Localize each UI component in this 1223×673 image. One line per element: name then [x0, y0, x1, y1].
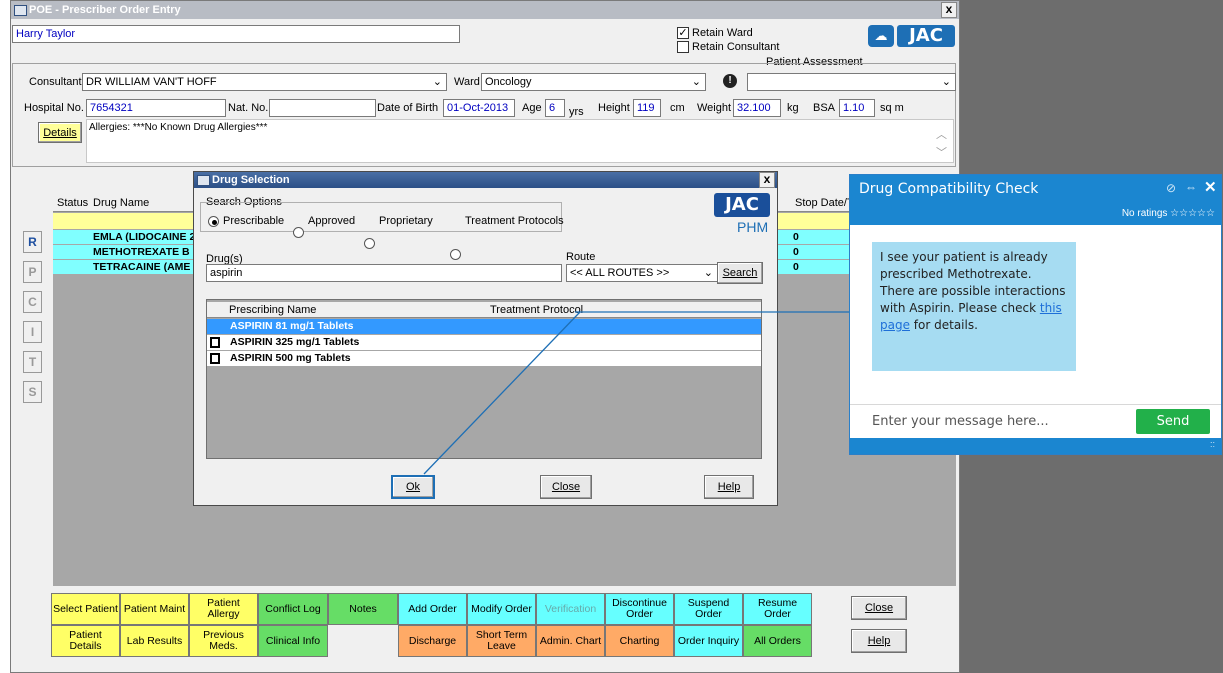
- chat-ratings-bar: No ratings ☆☆☆☆☆: [850, 203, 1221, 225]
- message-text: I see your patient is already prescribed…: [880, 250, 1066, 315]
- message-text-end: for details.: [909, 318, 978, 332]
- chat-message-bubble: I see your patient is already prescribed…: [872, 242, 1076, 371]
- drug-compatibility-panel: Drug Compatibility Check ⊘ ⇔ ✕ No rating…: [849, 174, 1222, 455]
- ratings-text[interactable]: No ratings ☆☆☆☆☆: [1122, 208, 1215, 219]
- chat-footer: ::: [850, 438, 1221, 454]
- chat-header: Drug Compatibility Check ⊘ ⇔ ✕: [850, 175, 1221, 203]
- chat-title: Drug Compatibility Check: [859, 181, 1039, 197]
- send-button[interactable]: Send: [1136, 409, 1210, 434]
- message-input[interactable]: Enter your message here...: [872, 414, 1049, 429]
- hide-icon[interactable]: ⊘: [1166, 181, 1176, 195]
- connector-line: [423, 311, 581, 475]
- resize-grip-icon[interactable]: ::: [1210, 439, 1215, 449]
- divider: [850, 404, 1221, 405]
- pin-icon[interactable]: ⇔: [1185, 180, 1197, 194]
- close-icon[interactable]: ✕: [1204, 178, 1217, 196]
